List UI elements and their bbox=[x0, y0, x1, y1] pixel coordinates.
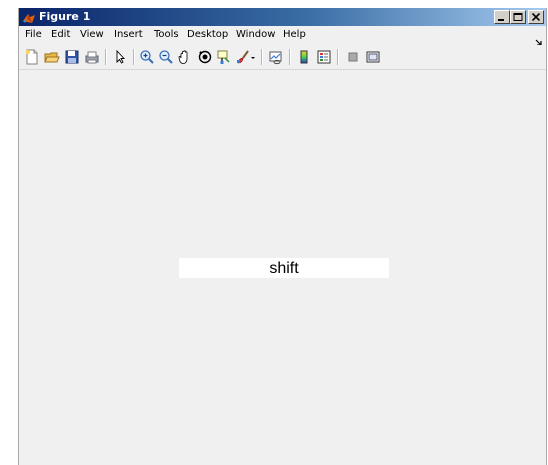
open-file-icon[interactable] bbox=[43, 48, 61, 66]
save-icon[interactable] bbox=[63, 48, 81, 66]
text-label-box: shift bbox=[179, 258, 389, 278]
colorbar-icon[interactable] bbox=[295, 48, 313, 66]
figure-window: Figure 1 File Edit View Insert Tools Des… bbox=[18, 8, 547, 465]
link-plot-icon[interactable] bbox=[267, 48, 285, 66]
show-plot-tools-icon[interactable] bbox=[364, 48, 382, 66]
menu-window[interactable]: Window bbox=[236, 28, 275, 42]
menu-insert[interactable]: Insert bbox=[114, 28, 143, 42]
menu-desktop[interactable]: Desktop bbox=[187, 28, 228, 42]
new-figure-icon[interactable] bbox=[23, 48, 41, 66]
text-label: shift bbox=[269, 260, 299, 277]
brush-dropdown-icon[interactable] bbox=[249, 48, 257, 66]
menu-view[interactable]: View bbox=[80, 28, 104, 42]
menu-edit[interactable]: Edit bbox=[51, 28, 70, 42]
maximize-button[interactable] bbox=[510, 10, 526, 24]
title-bar[interactable]: Figure 1 bbox=[19, 8, 546, 26]
figure-toolbar bbox=[19, 45, 546, 70]
rotate-3d-icon[interactable] bbox=[196, 48, 214, 66]
print-icon[interactable] bbox=[83, 48, 101, 66]
menu-tools[interactable]: Tools bbox=[154, 28, 179, 42]
menu-bar: File Edit View Insert Tools Desktop Wind… bbox=[19, 26, 546, 46]
menu-help[interactable]: Help bbox=[283, 28, 306, 42]
data-cursor-icon[interactable] bbox=[215, 48, 233, 66]
figure-canvas[interactable]: shift bbox=[19, 70, 546, 465]
hide-plot-tools-icon[interactable] bbox=[344, 48, 362, 66]
minimize-button[interactable] bbox=[494, 10, 510, 24]
window-title: Figure 1 bbox=[39, 10, 91, 23]
legend-icon[interactable] bbox=[315, 48, 333, 66]
zoom-out-icon[interactable] bbox=[157, 48, 175, 66]
pan-icon[interactable] bbox=[176, 48, 194, 66]
pointer-icon[interactable] bbox=[111, 48, 129, 66]
matlab-logo-icon bbox=[22, 10, 36, 24]
close-button[interactable] bbox=[528, 10, 544, 24]
menu-file[interactable]: File bbox=[25, 28, 42, 42]
zoom-in-icon[interactable] bbox=[138, 48, 156, 66]
